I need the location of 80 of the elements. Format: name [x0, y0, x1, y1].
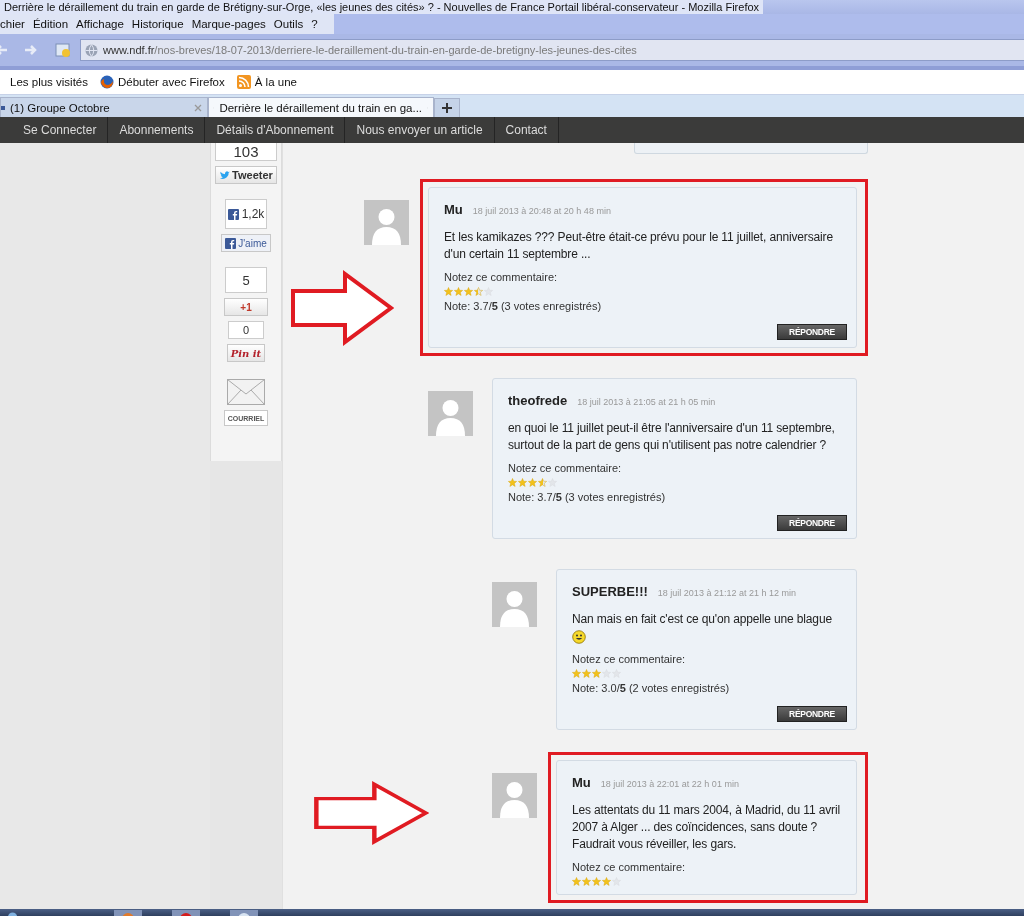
comment-date: 18 juil 2013 à 21:05 at 21 h 05 min [577, 397, 716, 407]
star-icon [602, 669, 611, 678]
reply-button[interactable]: RÉPONDRE [777, 324, 847, 340]
star-icon [454, 287, 463, 296]
page-icon[interactable] [54, 41, 72, 59]
reply-button[interactable]: RÉPONDRE [777, 515, 847, 531]
comment-author: theofrede [508, 393, 568, 408]
star-icon [602, 877, 611, 886]
forward-arrow-icon[interactable] [24, 43, 38, 57]
star-icon [572, 877, 581, 886]
envelope-icon[interactable] [227, 379, 265, 405]
star-icon [484, 287, 493, 296]
star-icon [528, 478, 537, 487]
rate-prompt: Notez ce commentaire: [572, 861, 687, 873]
menu-item[interactable]: Affichage [76, 18, 130, 30]
rating-note: Note: 3.7/5 (3 votes enregistrés) [444, 300, 603, 312]
star-icon [538, 478, 547, 487]
plusone-count: 5 [225, 267, 267, 293]
tweet-count: 103 [215, 143, 277, 161]
address-field[interactable]: www.ndf.fr/nos-breves/18-07-2013/derriere-le-deraillement-du-train-en-garde-de-bretigny-les-jeunes-des-cites [80, 39, 1024, 61]
like-count-number: 1,2k [241, 207, 265, 221]
menu-item[interactable]: Édition [32, 18, 75, 30]
menu-item[interactable]: Outils [273, 18, 310, 30]
avatar-placeholder [492, 773, 537, 818]
star-icon [444, 287, 453, 296]
globe-fox-icon [100, 75, 114, 89]
menu-item[interactable]: Historique [131, 18, 190, 30]
star-icon [508, 478, 517, 487]
comment-text: Les attentats du 11 mars 2004, à Madrid, du 11 avril 2007 à Alger ... des coïncidences, sans doute ? Faudrait vous réveiller, les gars. [572, 802, 841, 853]
comment-author: SUPERBE!!! [572, 584, 648, 599]
star-icon [592, 877, 601, 886]
rate-prompt: Notez ce commentaire: [508, 462, 623, 474]
comment-text: en quoi le 11 juillet peut-il être l'anniversaire d'un 11 septembre, surtout de la part de gens qui n'utilisent pas notre calendrier ? [508, 420, 836, 454]
rss-icon [236, 75, 251, 89]
comment-text: Et les kamikazes ??? Peut-être était-ce prévu pour le 11 juillet, anniversaire d'un certain 11 septembre ... [444, 229, 834, 263]
menu-item[interactable]: chier [0, 18, 31, 30]
browser-tab[interactable]: Derrière le déraillement du train en ga... [208, 97, 434, 117]
rating-note: Note: 3.7/5 (3 votes enregistrés) [508, 491, 667, 503]
pin-button[interactable]: Pin it [226, 344, 266, 362]
star-icon [582, 669, 591, 678]
reply-button[interactable]: RÉPONDRE [777, 706, 847, 722]
star-icon [582, 877, 591, 886]
tweet-button[interactable]: Tweeter [215, 166, 277, 184]
star-icon [518, 478, 527, 487]
rate-prompt: Notez ce commentaire: [572, 653, 687, 665]
arrow-icon [313, 781, 429, 845]
comment-text: Nan mais en fait c'est ce qu'on appelle une blague [572, 611, 847, 645]
plusone-button[interactable]: +1 [224, 298, 268, 316]
bookmark-link[interactable]: Les plus visités [10, 76, 88, 88]
bird-icon [219, 169, 231, 181]
window-title: Derrière le déraillement du train en garde de Brétigny-sur-Orge, «les jeunes des cités» ? - Nouvelles de France Portail libéral-conservateur - Mozilla Firefox [0, 0, 764, 14]
globe-icon [85, 43, 98, 57]
bookmark-link[interactable]: À la une [254, 76, 297, 88]
new-tab-button[interactable] [434, 98, 460, 117]
star-icon [464, 287, 473, 296]
star-icon [548, 478, 557, 487]
like-button[interactable]: J'aime [221, 234, 271, 252]
menu-item[interactable]: Marque-pages [191, 18, 272, 30]
close-icon[interactable] [194, 103, 202, 112]
comment-date: 18 juil 2013 à 22:01 at 22 h 01 min [600, 779, 739, 789]
plus-icon [442, 103, 452, 113]
star-icon [474, 287, 483, 296]
avatar-placeholder [364, 200, 409, 245]
star-icon [612, 877, 621, 886]
arrow-icon [290, 270, 394, 346]
comment-author: Mu [444, 202, 463, 217]
comment-author: Mu [572, 775, 591, 790]
bookmark-link[interactable]: Débuter avec Firefox [118, 76, 225, 88]
comment-date: 18 juil 2013 à 21:12 at 21 h 12 min [657, 588, 796, 598]
comment-date: 18 juil 2013 à 20:48 at 20 h 48 min [472, 206, 611, 216]
star-icon [572, 669, 581, 678]
f-logo-icon [225, 237, 237, 249]
avatar-placeholder [428, 391, 473, 436]
rating-note: Note: 3.0/5 (2 votes enregistrés) [572, 682, 731, 694]
pin-count: 0 [228, 321, 264, 339]
avatar-placeholder [492, 582, 537, 627]
menu-item[interactable]: ? [311, 18, 324, 30]
rate-prompt: Notez ce commentaire: [444, 271, 559, 283]
star-icon [592, 669, 601, 678]
browser-tab[interactable]: (1) Groupe Octobre [0, 97, 208, 117]
